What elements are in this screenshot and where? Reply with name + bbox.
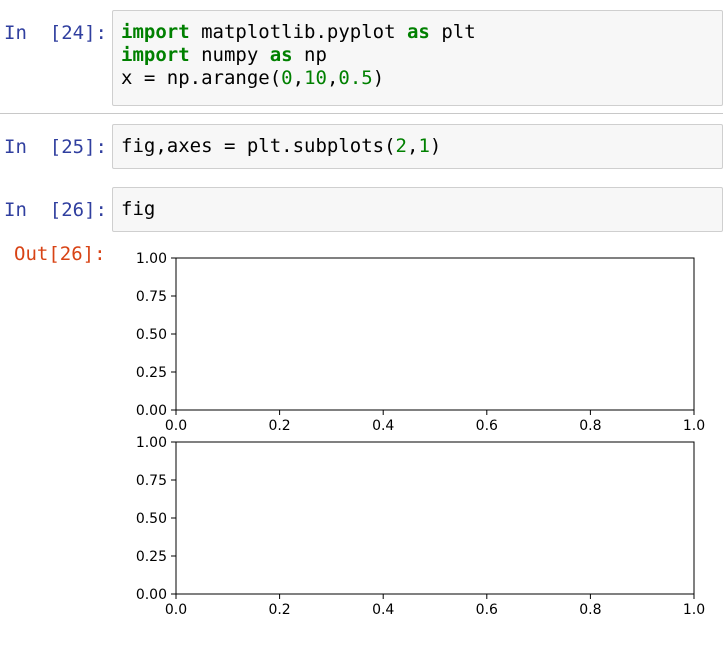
x-tick-label: 1.0 [683, 418, 705, 434]
code-text: x = np.arange( [121, 67, 282, 89]
code-line: import numpy as np [121, 44, 722, 67]
code-line: fig [121, 198, 722, 221]
code-number: 0 [281, 67, 293, 89]
y-tick-label: 1.00 [136, 435, 167, 451]
code-text: fig [121, 198, 156, 220]
input-prompt: In [26]: [4, 199, 107, 221]
code-text: np [292, 44, 327, 66]
x-tick-label: 0.4 [372, 418, 394, 434]
code-text: matplotlib.pyplot [189, 21, 407, 43]
y-tick-label: 0.50 [136, 511, 167, 527]
axes-frame [175, 441, 695, 595]
code-text: ) [429, 135, 442, 157]
code-line: x = np.arange(0,10,0.5) [121, 67, 722, 90]
code-keyword: import [121, 44, 190, 66]
code-text: , [407, 135, 419, 157]
code-text: fig,axes = plt.subplots( [121, 135, 396, 157]
axes-bottom: 0.0 0.2 0.4 0.6 0.8 1.0 0.00 0.25 0.50 0.75 1.00 [136, 435, 705, 618]
x-tick-label: 0.4 [372, 602, 394, 618]
code-editor[interactable]: fig,axes = plt.subplots(2,1) [112, 124, 723, 169]
code-editor[interactable]: fig [112, 187, 723, 232]
x-tick-label: 0.2 [268, 602, 290, 618]
y-tick-label: 0.25 [136, 549, 167, 565]
code-editor[interactable]: import matplotlib.pyplot as plt import nu… [112, 10, 723, 106]
code-keyword: as [406, 21, 430, 43]
code-text: plt [429, 21, 476, 43]
code-text: ) [372, 67, 385, 89]
y-tick-label: 0.75 [136, 473, 167, 489]
code-number: 2 [395, 135, 407, 157]
input-prompt: In [24]: [4, 22, 107, 44]
code-number: 0.5 [338, 67, 373, 89]
code-number: 10 [304, 67, 327, 89]
x-tick-label: 0.0 [165, 418, 187, 434]
code-text: , [326, 67, 339, 89]
y-tick-label: 0.00 [136, 587, 167, 603]
y-tick-label: 0.00 [136, 403, 167, 419]
code-text: , [292, 67, 305, 89]
code-line: import matplotlib.pyplot as plt [121, 21, 722, 44]
code-number: 1 [418, 135, 430, 157]
code-keyword: import [121, 21, 190, 43]
y-tick-label: 0.50 [136, 327, 167, 343]
figure-output: 0.0 0.2 0.4 0.6 0.8 1.0 0.00 0.25 0.50 0.75 1.00 0… [136, 251, 705, 618]
axes-frame [175, 257, 695, 411]
code-cell-25[interactable]: In [25]: fig,axes = plt.subplots(2,1) [0, 114, 723, 174]
y-tick-label: 0.25 [136, 365, 167, 381]
x-tick-label: 0.8 [579, 418, 601, 434]
output-prompt: Out[26]: [14, 243, 106, 265]
x-tick-label: 0.6 [476, 418, 498, 434]
code-text: numpy [189, 44, 270, 66]
code-cell-24[interactable]: In [24]: import matplotlib.pyplot as plt… [0, 0, 723, 112]
code-keyword: as [269, 44, 293, 66]
code-line: fig,axes = plt.subplots(2,1) [121, 135, 722, 158]
x-tick-label: 1.0 [683, 602, 705, 618]
x-tick-label: 0.6 [476, 602, 498, 618]
input-prompt: In [25]: [4, 136, 107, 158]
axes-top: 0.0 0.2 0.4 0.6 0.8 1.0 0.00 0.25 0.50 0.75 1.00 [136, 251, 705, 434]
y-tick-label: 0.75 [136, 289, 167, 305]
x-tick-label: 0.0 [165, 602, 187, 618]
x-tick-label: 0.8 [579, 602, 601, 618]
y-tick-label: 1.00 [136, 251, 167, 267]
x-tick-label: 0.2 [268, 418, 290, 434]
